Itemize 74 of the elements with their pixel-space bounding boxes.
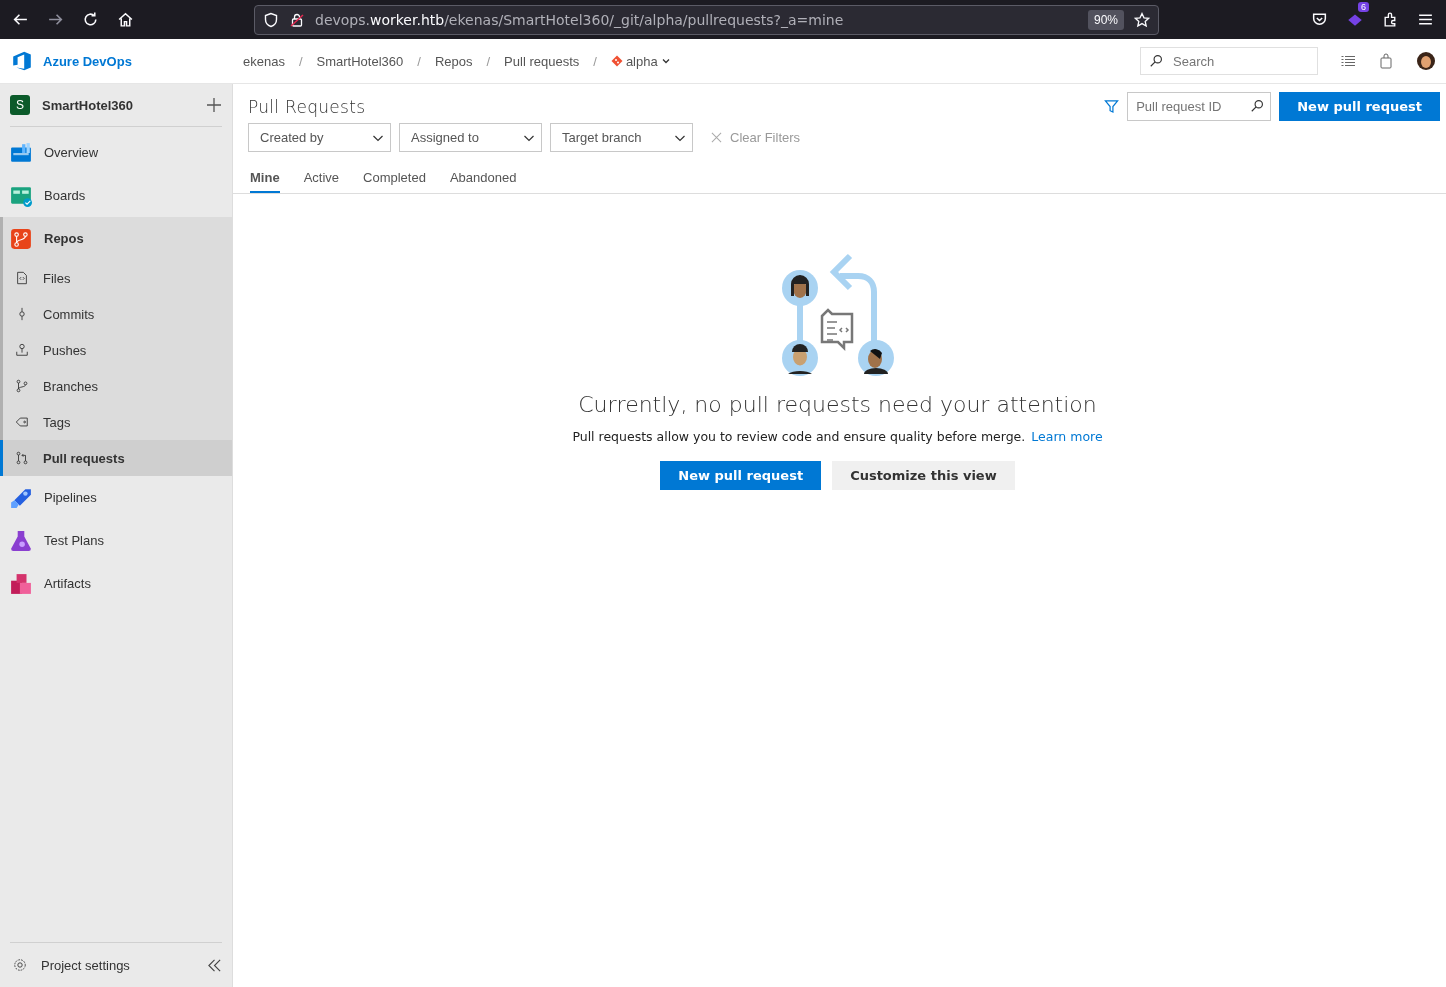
overview-icon: [10, 141, 32, 164]
sidebar-subitem[interactable]: Pushes: [3, 332, 232, 368]
pipelines-icon: [10, 486, 32, 509]
pull-request-id-field[interactable]: Pull request ID: [1127, 92, 1272, 121]
filter-icon[interactable]: [1104, 99, 1120, 114]
sidebar-item[interactable]: Repos: [3, 217, 232, 260]
shield-icon: [263, 11, 279, 28]
collapse-icon[interactable]: [207, 957, 222, 973]
breadcrumb-separator: /: [486, 53, 491, 69]
project-name[interactable]: SmartHotel360: [42, 97, 194, 113]
breadcrumb-separator: /: [417, 53, 421, 69]
url-text: devops.worker.htb/ekenas/SmartHotel360/_git/alpha/pullrequests?_a=mine: [315, 11, 845, 28]
sidebar-item[interactable]: Pipelines: [0, 476, 232, 519]
home-icon[interactable]: [117, 11, 134, 28]
search-field[interactable]: Search: [1140, 47, 1318, 75]
new-pull-request-button[interactable]: New pull request: [1279, 92, 1440, 121]
breadcrumb-link[interactable]: Repos: [434, 53, 473, 69]
file-code-icon: [15, 271, 29, 285]
filter-dropdown[interactable]: Target branch: [550, 123, 693, 152]
sidebar-item[interactable]: Overview: [0, 131, 232, 174]
shopping-bag-icon[interactable]: [1378, 53, 1394, 69]
tab[interactable]: Active: [303, 170, 340, 193]
notification-badge: 6: [1358, 1, 1369, 12]
page-title: Pull Requests: [248, 96, 366, 117]
sidebar-item[interactable]: Test Plans: [0, 519, 232, 562]
boards-icon: [10, 184, 32, 207]
azure-devops-logo-icon[interactable]: [11, 50, 33, 72]
filter-dropdown[interactable]: Assigned to: [399, 123, 542, 152]
breadcrumb-link[interactable]: Pull requests: [504, 53, 580, 69]
chevron-down-icon: [660, 56, 671, 66]
branch-selector[interactable]: alpha: [610, 53, 671, 69]
pull-request-icon: [15, 451, 29, 465]
testplans-icon: [10, 529, 32, 552]
project-settings-link[interactable]: Project settings: [10, 957, 130, 973]
pocket-icon[interactable]: [1311, 11, 1328, 28]
add-icon[interactable]: [206, 97, 222, 113]
search-icon[interactable]: [1250, 99, 1265, 113]
address-bar[interactable]: devops.worker.htb/ekenas/SmartHotel360/_git/alpha/pullrequests?_a=mine 90%: [254, 4, 1159, 35]
breadcrumb-link[interactable]: SmartHotel360: [316, 53, 404, 69]
tab[interactable]: Completed: [363, 170, 426, 193]
task-list-icon[interactable]: [1340, 53, 1356, 69]
sidebar-item[interactable]: Artifacts: [0, 562, 232, 605]
empty-state-description: Pull requests allow you to review code and ensure quality before merge.: [572, 429, 1026, 444]
breadcrumb-separator: /: [593, 53, 597, 69]
star-icon[interactable]: [1134, 11, 1150, 28]
close-icon: [711, 132, 722, 143]
sidebar-subitem[interactable]: Branches: [3, 368, 232, 404]
project-avatar: S: [10, 95, 30, 115]
learn-more-link[interactable]: Learn more: [1031, 429, 1103, 444]
sidebar-item[interactable]: Boards: [0, 174, 232, 217]
reload-icon[interactable]: [82, 11, 99, 28]
sidebar-subitem[interactable]: Commits: [3, 296, 232, 332]
new-pull-request-button[interactable]: New pull request: [660, 461, 822, 490]
sidebar-subitem[interactable]: Tags: [3, 404, 232, 440]
tab[interactable]: Abandoned: [449, 170, 517, 193]
breadcrumb-link[interactable]: ekenas: [243, 53, 285, 69]
lock-icon: [289, 11, 305, 28]
empty-state-heading: Currently, no pull requests need your attention: [578, 392, 1097, 417]
sidebar-subitem[interactable]: Pull requests: [0, 440, 232, 476]
artifacts-icon: [10, 572, 32, 595]
repos-icon: [10, 227, 32, 250]
user-avatar-icon[interactable]: [1416, 51, 1436, 71]
breadcrumb-separator: /: [298, 53, 303, 69]
customize-view-button[interactable]: Customize this view: [832, 461, 1015, 490]
push-icon: [15, 343, 29, 357]
filter-dropdown[interactable]: Created by: [248, 123, 391, 152]
tab[interactable]: Mine: [250, 170, 280, 193]
sidebar-subitem[interactable]: Files: [3, 260, 232, 296]
product-name[interactable]: Azure DevOps: [43, 53, 132, 69]
tag-icon: [15, 415, 29, 429]
zoom-level[interactable]: 90%: [1087, 9, 1124, 30]
search-icon: [1149, 54, 1163, 68]
git-icon: [610, 55, 623, 67]
branch-icon: [15, 379, 29, 393]
